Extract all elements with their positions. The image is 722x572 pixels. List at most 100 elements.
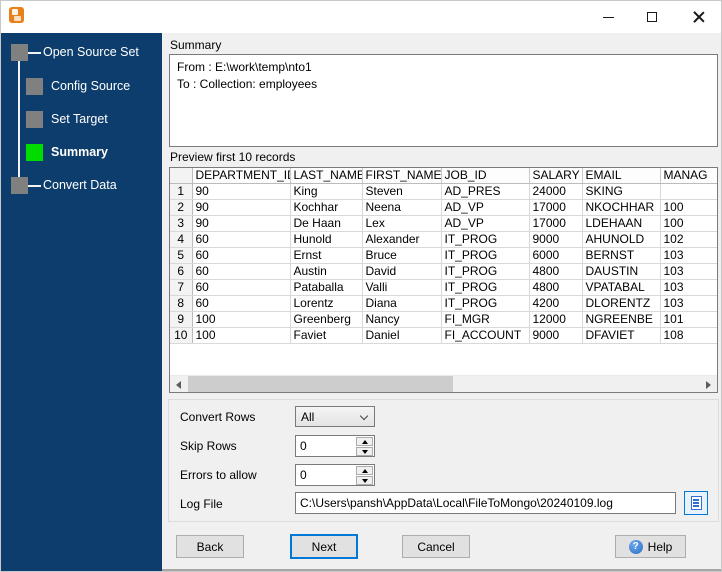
table-cell: IT_PROG bbox=[441, 295, 530, 312]
summary-from-line: From : E:\work\temp\nto1 bbox=[177, 60, 312, 74]
table-cell: Alexander bbox=[362, 231, 442, 248]
step-connector-line bbox=[28, 185, 41, 187]
table-cell: Valli bbox=[362, 279, 442, 296]
log-file-label: Log File bbox=[180, 497, 223, 511]
table-cell: 60 bbox=[192, 247, 291, 264]
close-button[interactable] bbox=[687, 7, 711, 27]
scroll-right-button[interactable] bbox=[700, 376, 717, 392]
table-cell: 60 bbox=[192, 263, 291, 280]
errors-up-button[interactable] bbox=[356, 466, 373, 475]
table-cell: Diana bbox=[362, 295, 442, 312]
summary-section-label: Summary bbox=[170, 38, 222, 52]
table-cell: Lex bbox=[362, 215, 442, 232]
column-header: MANAG bbox=[660, 168, 717, 184]
preview-table: DEPARTMENT_ID LAST_NAME FIRST_NAME JOB_ID SA… bbox=[169, 167, 718, 393]
row-number-cell: 1 bbox=[170, 183, 193, 200]
table-cell: DLORENTZ bbox=[582, 295, 661, 312]
help-question-icon: ? bbox=[628, 539, 643, 554]
errors-to-allow-spinner[interactable]: 0 bbox=[295, 464, 375, 486]
help-button[interactable]: ? Help bbox=[615, 535, 686, 558]
step-label: Summary bbox=[51, 145, 108, 159]
table-cell: IT_PROG bbox=[441, 279, 530, 296]
table-row: 2 90 Kochhar Neena AD_VP 17000 NKOCHHAR 100 bbox=[170, 199, 717, 216]
step-marker-square bbox=[26, 111, 43, 128]
table-cell: 102 bbox=[660, 231, 717, 248]
table-cell: 100 bbox=[660, 199, 717, 216]
skip-rows-spinner[interactable]: 0 bbox=[295, 435, 375, 457]
row-number-cell: 3 bbox=[170, 215, 193, 232]
skip-rows-label: Skip Rows bbox=[180, 439, 237, 453]
row-number-cell: 9 bbox=[170, 311, 193, 328]
table-cell: 103 bbox=[660, 263, 717, 280]
row-number-cell: 4 bbox=[170, 231, 193, 248]
table-cell: Bruce bbox=[362, 247, 442, 264]
table-row: 6 60 Austin David IT_PROG 4800 DAUSTIN 103 bbox=[170, 263, 717, 280]
table-cell: 17000 bbox=[529, 215, 583, 232]
table-cell: NGREENBE bbox=[582, 311, 661, 328]
minimize-icon bbox=[603, 17, 614, 18]
cancel-button[interactable]: Cancel bbox=[402, 535, 470, 558]
table-cell: IT_PROG bbox=[441, 231, 530, 248]
convert-rows-value: All bbox=[301, 410, 315, 424]
table-cell: Daniel bbox=[362, 327, 442, 344]
convert-rows-select[interactable]: All bbox=[295, 406, 375, 427]
table-cell: IT_PROG bbox=[441, 247, 530, 264]
skip-rows-down-button[interactable] bbox=[356, 447, 373, 456]
table-cell: 24000 bbox=[529, 183, 583, 200]
table-cell: David bbox=[362, 263, 442, 280]
table-cell: 103 bbox=[660, 247, 717, 264]
scroll-left-button[interactable] bbox=[170, 376, 187, 392]
table-cell: 90 bbox=[192, 215, 291, 232]
errors-to-allow-label: Errors to allow bbox=[180, 468, 257, 482]
chevron-down-icon bbox=[359, 411, 369, 421]
table-cell: 9000 bbox=[529, 327, 583, 344]
table-cell bbox=[660, 183, 717, 200]
row-number-cell: 6 bbox=[170, 263, 193, 280]
table-cell: 17000 bbox=[529, 199, 583, 216]
log-file-input[interactable] bbox=[295, 492, 676, 514]
minimize-button[interactable] bbox=[597, 7, 621, 27]
table-cell: VPATABAL bbox=[582, 279, 661, 296]
log-file-browse-button[interactable] bbox=[684, 491, 708, 515]
table-cell: IT_PROG bbox=[441, 263, 530, 280]
table-cell: 100 bbox=[192, 311, 291, 328]
summary-box: From : E:\work\temp\nto1 To : Collection… bbox=[169, 54, 718, 147]
table-cell: Greenberg bbox=[290, 311, 363, 328]
table-cell: Neena bbox=[362, 199, 442, 216]
column-header bbox=[170, 168, 193, 184]
table-cell: AD_PRES bbox=[441, 183, 530, 200]
app-icon-doc-glyph bbox=[12, 9, 18, 15]
table-header-row: DEPARTMENT_ID LAST_NAME FIRST_NAME JOB_ID SA… bbox=[170, 168, 717, 184]
document-icon bbox=[690, 496, 702, 510]
skip-rows-up-button[interactable] bbox=[356, 437, 373, 446]
table-cell: Pataballa bbox=[290, 279, 363, 296]
table-cell: Lorentz bbox=[290, 295, 363, 312]
app-icon-arrow-glyph bbox=[14, 16, 21, 21]
back-button[interactable]: Back bbox=[176, 535, 244, 558]
scrollbar-thumb[interactable] bbox=[188, 376, 453, 392]
table-cell: AHUNOLD bbox=[582, 231, 661, 248]
table-cell: Faviet bbox=[290, 327, 363, 344]
skip-rows-value[interactable]: 0 bbox=[300, 439, 307, 453]
table-cell: Ernst bbox=[290, 247, 363, 264]
convert-rows-label: Convert Rows bbox=[180, 410, 256, 424]
table-cell: FI_MGR bbox=[441, 311, 530, 328]
next-button[interactable]: Next bbox=[290, 534, 358, 559]
table-cell: Hunold bbox=[290, 231, 363, 248]
step-marker-square bbox=[11, 44, 28, 61]
row-number-cell: 8 bbox=[170, 295, 193, 312]
table-cell: AD_VP bbox=[441, 199, 530, 216]
table-cell: 108 bbox=[660, 327, 717, 344]
maximize-button[interactable] bbox=[641, 7, 665, 27]
step-label: Open Source Set bbox=[43, 45, 139, 59]
table-cell: 100 bbox=[192, 327, 291, 344]
table-row: 10 100 Faviet Daniel FI_ACCOUNT 9000 DFAVIET 10… bbox=[170, 327, 717, 344]
errors-to-allow-value[interactable]: 0 bbox=[300, 468, 307, 482]
row-number-cell: 10 bbox=[170, 327, 193, 344]
horizontal-scrollbar[interactable] bbox=[170, 375, 717, 392]
app-icon bbox=[9, 7, 24, 23]
options-group: Convert Rows All Skip Rows 0 Errors to a… bbox=[168, 399, 719, 522]
column-header: FIRST_NAME bbox=[362, 168, 442, 184]
errors-down-button[interactable] bbox=[356, 476, 373, 485]
table-cell: 60 bbox=[192, 231, 291, 248]
